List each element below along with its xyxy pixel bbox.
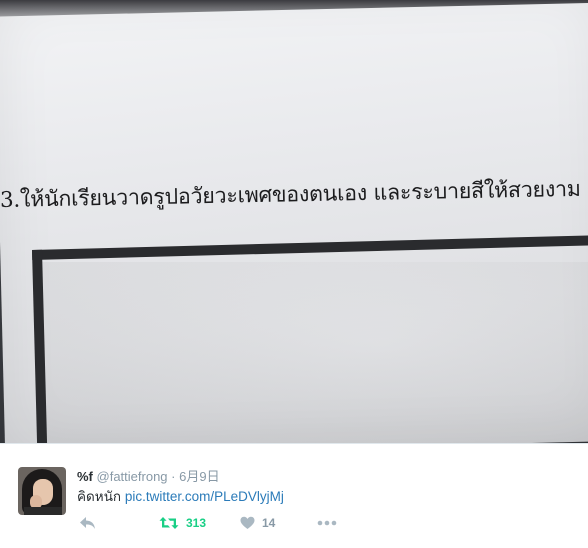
separator: · — [171, 469, 176, 484]
tweet-text: คิดหนัก pic.twitter.com/PLeDVlyjMj — [77, 485, 284, 507]
tweet-card: %f @fattiefrong · 6月9日 คิดหนัก pic.twitt… — [0, 443, 588, 548]
tweet-photo[interactable]: 3.ให้นักเรียนวาดรูปอวัยวะเพศของตนเอง และ… — [0, 0, 588, 443]
drawing-box-border — [32, 233, 588, 443]
tweet-message: คิดหนัก — [77, 489, 122, 504]
more-button[interactable] — [317, 514, 337, 532]
tweet-actions: 313 14 — [77, 514, 377, 532]
like-count: 14 — [262, 516, 276, 530]
reply-button[interactable] — [79, 514, 96, 532]
reply-icon — [79, 516, 96, 530]
avatar[interactable] — [18, 467, 66, 515]
tweet-media-link[interactable]: pic.twitter.com/PLeDVlyjMj — [125, 489, 284, 504]
more-icon — [317, 520, 337, 526]
like-button[interactable]: 14 — [240, 514, 275, 532]
display-name[interactable]: %f — [77, 469, 93, 484]
tweet-header: %f @fattiefrong · 6月9日 — [77, 466, 220, 485]
user-handle[interactable]: @fattiefrong — [97, 469, 168, 484]
retweet-count: 313 — [186, 516, 207, 530]
retweet-icon — [159, 516, 179, 530]
retweet-button[interactable]: 313 — [159, 514, 206, 532]
tweet-date[interactable]: 6月9日 — [179, 469, 219, 484]
heart-icon — [240, 516, 255, 530]
